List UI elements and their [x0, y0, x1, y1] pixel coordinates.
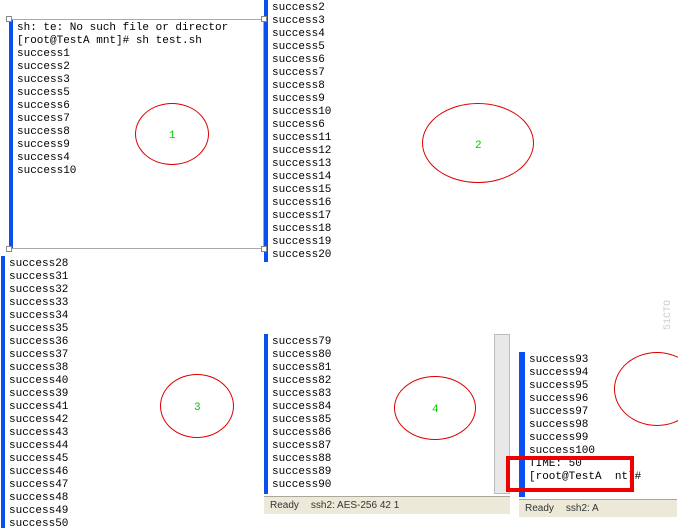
- output-line: success10: [272, 106, 370, 119]
- output-line: success34: [9, 310, 247, 323]
- output-line: success44: [9, 440, 247, 453]
- output-line: success46: [9, 466, 247, 479]
- output-line: success85: [272, 414, 490, 427]
- output-line: success33: [9, 297, 247, 310]
- output-line: success99: [529, 432, 673, 445]
- output-line: success80: [272, 349, 490, 362]
- output-line: success6: [272, 54, 370, 67]
- output-line: success36: [9, 336, 247, 349]
- output-line: success83: [272, 388, 490, 401]
- output-line: success87: [272, 440, 490, 453]
- error-line: sh: te: No such file or director: [17, 22, 259, 35]
- output-line: success3: [17, 74, 259, 87]
- output-line: success9: [272, 93, 370, 106]
- output-line: success48: [9, 492, 247, 505]
- output-line: success86: [272, 427, 490, 440]
- output-line: success35: [9, 323, 247, 336]
- output-line: success7: [272, 67, 370, 80]
- output-line: success5: [17, 87, 259, 100]
- status-conn: ssh2: A: [566, 503, 599, 514]
- output-line: success45: [9, 453, 247, 466]
- status-bar-pane4: Ready ssh2: AES-256 42 1: [264, 496, 510, 514]
- output-line: success42: [9, 414, 247, 427]
- output-line: success97: [529, 406, 673, 419]
- resize-handle[interactable]: [261, 246, 267, 252]
- output-line: success39: [9, 388, 247, 401]
- prompt-line: [root@TestA mnt]# sh test.sh: [17, 35, 259, 48]
- output-line: success89: [272, 466, 490, 479]
- terminal-pane-3: success28 success31 success32 success33 …: [1, 256, 251, 528]
- watermark: 51CTO: [663, 300, 674, 330]
- output-line: success19: [272, 236, 370, 249]
- output-line: success4: [272, 28, 370, 41]
- output-line: success18: [272, 223, 370, 236]
- output-line: success1: [17, 48, 259, 61]
- status-bar-pane5: Ready ssh2: A: [519, 499, 677, 517]
- output-line: success15: [272, 184, 370, 197]
- output-line: success38: [9, 362, 247, 375]
- output-line: success13: [272, 158, 370, 171]
- output-line: success5: [272, 41, 370, 54]
- output-line: success7: [17, 113, 259, 126]
- output-line: success84: [272, 401, 490, 414]
- output-line: success11: [272, 132, 370, 145]
- status-ready: Ready: [270, 500, 299, 511]
- output-line: success10: [17, 165, 259, 178]
- output-line: success2: [17, 61, 259, 74]
- output-line: success100: [529, 445, 673, 458]
- terminal-pane-1[interactable]: sh: te: No such file or director [root@T…: [9, 19, 264, 249]
- output-line: success49: [9, 505, 247, 518]
- status-ready: Ready: [525, 503, 554, 514]
- resize-handle[interactable]: [261, 16, 267, 22]
- output-line: success47: [9, 479, 247, 492]
- prompt-line: [root@TestA nt]#: [529, 471, 673, 484]
- annotation-label-2: 2: [475, 140, 482, 152]
- output-line: success96: [529, 393, 673, 406]
- output-line: success16: [272, 197, 370, 210]
- output-line: success50: [9, 518, 247, 528]
- scrollbar[interactable]: [494, 334, 510, 494]
- time-line: TIME: 50: [529, 458, 673, 471]
- output-line: success9: [17, 139, 259, 152]
- output-line: success14: [272, 171, 370, 184]
- output-line: success6: [17, 100, 259, 113]
- output-line: success2: [272, 2, 370, 15]
- output-line: success28: [9, 258, 247, 271]
- output-line: success93: [529, 354, 673, 367]
- output-line: success81: [272, 362, 490, 375]
- output-line: success12: [272, 145, 370, 158]
- output-line: success43: [9, 427, 247, 440]
- output-line: success17: [272, 210, 370, 223]
- resize-handle[interactable]: [6, 16, 12, 22]
- annotation-circle-2: [422, 103, 534, 183]
- output-line: success8: [272, 80, 370, 93]
- status-conn: ssh2: AES-256 42 1: [311, 500, 399, 511]
- resize-handle[interactable]: [6, 246, 12, 252]
- terminal-pane-2: success2 success3 success4 success5 succ…: [264, 0, 374, 262]
- output-line: success31: [9, 271, 247, 284]
- output-line: success79: [272, 336, 490, 349]
- output-line: success98: [529, 419, 673, 432]
- output-line: success4: [17, 152, 259, 165]
- output-line: success90: [272, 479, 490, 492]
- output-line: success6: [272, 119, 370, 132]
- output-line: success41: [9, 401, 247, 414]
- output-line: success32: [9, 284, 247, 297]
- output-line: success94: [529, 367, 673, 380]
- output-line: success3: [272, 15, 370, 28]
- terminal-pane-4: success79 success80 success81 success82 …: [264, 334, 494, 494]
- output-line: success82: [272, 375, 490, 388]
- output-line: success37: [9, 349, 247, 362]
- output-line: success8: [17, 126, 259, 139]
- output-line: success40: [9, 375, 247, 388]
- output-line: success20: [272, 249, 370, 262]
- terminal-pane-5: success93 success94 success95 success96 …: [519, 352, 677, 497]
- output-line: success95: [529, 380, 673, 393]
- output-line: success88: [272, 453, 490, 466]
